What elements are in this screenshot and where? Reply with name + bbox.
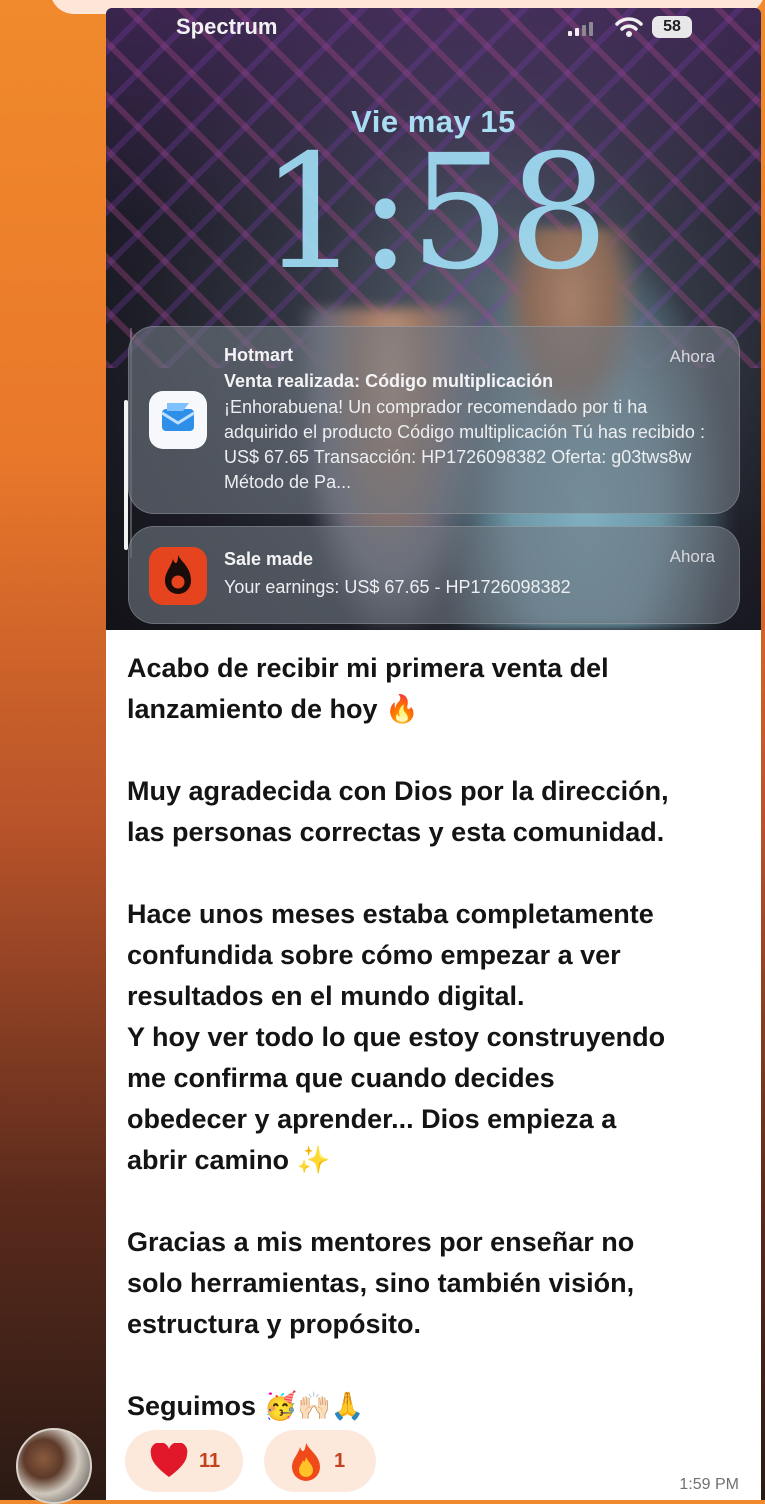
message-line: lanzamiento de hoy 🔥 [127,689,752,730]
message-line: las personas correctas y esta comunidad. [127,817,665,847]
message-line: confundida sobre cómo empezar a ver [127,940,621,970]
reaction-count: 1 [334,1449,346,1472]
screenshot-image: Spectrum 58 Vie may 15 1:58 Hotmart Ahor… [106,8,761,630]
notification-app-name: Hotmart [224,345,294,365]
celebration-emoji-icon: 🥳🙌🏻🙏 [263,1391,365,1422]
message-line: Acabo de recibir mi primera venta del [127,653,609,683]
message-line: me confirma que cuando decides [127,1063,555,1093]
notification-app-name: Sale made [224,549,314,569]
hotmart-envelope-icon [149,391,207,449]
message-line-text: abrir camino [127,1145,290,1175]
message-line: Muy agradecida con Dios por la dirección… [127,776,669,806]
carrier-label: Spectrum [176,14,278,39]
battery-icon: 58 [652,16,692,38]
notification-body: Your earnings: US$ 67.65 - HP1726098382 [224,577,571,597]
heart-icon [150,1443,188,1477]
wifi-icon [615,17,643,37]
message-line-text: lanzamiento de hoy [127,694,378,724]
message-line: solo herramientas, sino también visión, [127,1268,635,1298]
fire-emoji-icon: 🔥 [385,694,419,725]
message-line-text: Seguimos [127,1391,257,1421]
sparkles-emoji-icon: ✨ [296,1145,331,1176]
notification-card[interactable]: Sale made Ahora Your earnings: US$ 67.65… [128,526,740,624]
message-line: abrir camino ✨ [127,1140,752,1181]
message-line: Seguimos 🥳🙌🏻🙏 [127,1386,752,1427]
status-bar: Spectrum 58 [106,8,761,48]
notification-time: Ahora [669,547,715,566]
message-bubble: Spectrum 58 Vie may 15 1:58 Hotmart Ahor… [106,8,761,1500]
message-text: Acabo de recibir mi primera venta del la… [127,648,752,1427]
message-line: Hace unos meses estaba completamente [127,899,654,929]
signal-icon [568,22,593,36]
fire-reaction-button[interactable]: 1 [264,1430,376,1492]
notification-time: Ahora [669,347,715,366]
heart-reaction-button[interactable]: 11 [125,1430,243,1492]
lockscreen-clock: 1:58 [260,121,609,305]
notification-body: ¡Enhorabuena! Un comprador recomendado p… [224,397,705,492]
notification-title: Venta realizada: Código multiplicación [224,371,554,391]
hotmart-flame-icon [149,547,207,605]
message-line: Y hoy ver todo lo que estoy construyendo [127,1022,666,1052]
fire-icon [292,1443,320,1481]
reaction-count: 11 [199,1449,221,1472]
avatar[interactable] [16,1428,92,1504]
message-line: resultados en el mundo digital. [127,981,525,1011]
message-line: estructura y propósito. [127,1309,422,1339]
message-timestamp: 1:59 PM [679,1476,739,1493]
notification-card[interactable]: Hotmart Ahora Venta realizada: Código mu… [128,326,740,514]
message-line: Gracias a mis mentores por enseñar no [127,1227,635,1257]
message-line: obedecer y aprender... Dios empieza a [127,1104,617,1134]
